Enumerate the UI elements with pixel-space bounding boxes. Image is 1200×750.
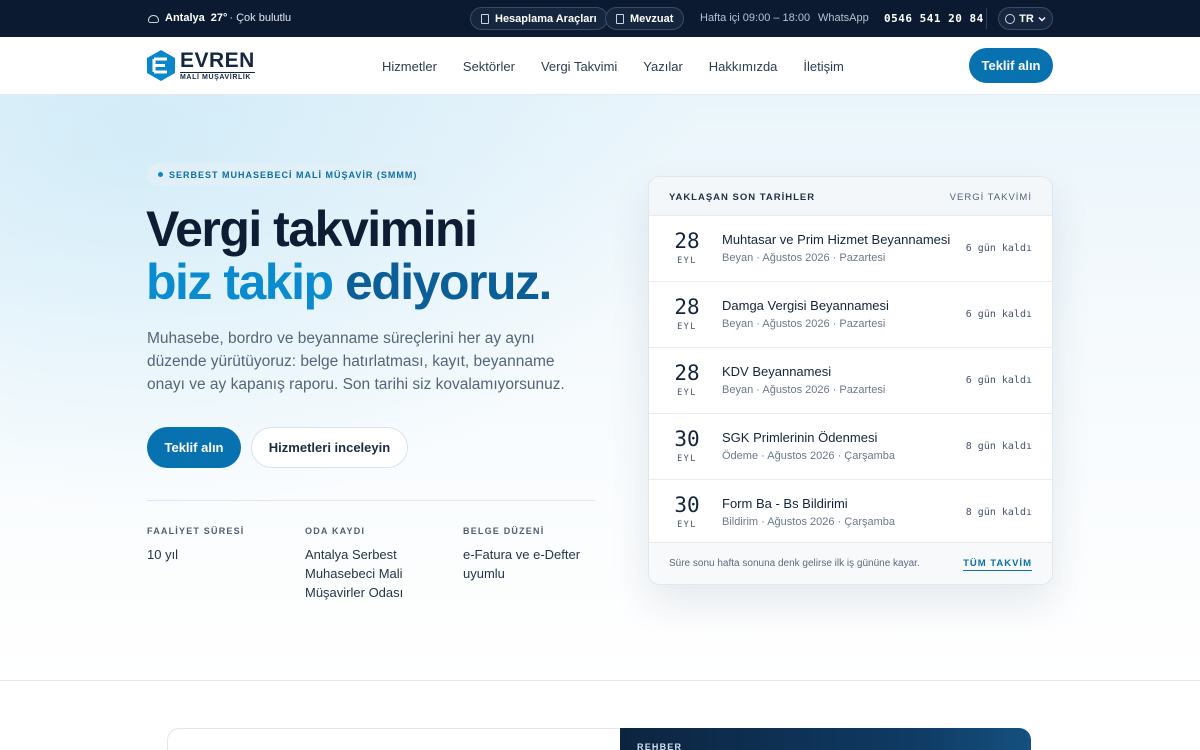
deadlines-card: YAKLAŞAN SON TARİHLER VERGİ TAKVİMİ 28 E… bbox=[648, 176, 1053, 585]
weather-city: Antalya bbox=[165, 12, 205, 24]
deadline-meta: Ödeme · Ağustos 2026 · Çarşamba bbox=[722, 450, 896, 462]
language-selector[interactable]: TR bbox=[998, 7, 1053, 30]
deadline-remaining: 8 gün kaldı bbox=[965, 441, 1032, 452]
section-divider bbox=[0, 680, 1200, 681]
main-header: EVREN MALİ MÜŞAVİRLİK Hizmetler Sektörle… bbox=[0, 37, 1200, 95]
fact-value: Antalya Serbest Muhasebeci Mali Müşavirl… bbox=[305, 547, 404, 600]
document-icon bbox=[616, 13, 624, 24]
brand-logo[interactable]: EVREN MALİ MÜŞAVİRLİK bbox=[146, 49, 255, 82]
deadlines-footer: Süre sonu hafta sonuna denk gelirse ilk … bbox=[649, 542, 1052, 584]
guide-banner[interactable]: REHBER bbox=[620, 728, 1031, 750]
deadline-day: 30 bbox=[674, 493, 700, 517]
hero-divider bbox=[147, 500, 596, 501]
hero-lead: Muhasebe, bordro ve beyanname süreçlerin… bbox=[147, 330, 565, 393]
nav-item-tax-calendar[interactable]: Vergi Takvimi bbox=[541, 59, 617, 74]
deadline-title: Muhtasar ve Prim Hizmet Beyannamesi bbox=[722, 232, 951, 247]
view-services-button[interactable]: Hizmetleri inceleyin bbox=[251, 427, 408, 468]
language-value: TR bbox=[1019, 12, 1034, 25]
deadlines-header: YAKLAŞAN SON TARİHLER VERGİ TAKVİMİ bbox=[649, 177, 1052, 216]
deadline-row[interactable]: 28 EYL Damga Vergisi Beyannamesi Beyan ·… bbox=[649, 282, 1052, 348]
deadlines-footnote: Süre sonu hafta sonuna denk gelirse ilk … bbox=[669, 558, 920, 569]
deadline-day: 28 bbox=[674, 295, 700, 319]
brand-subtitle: MALİ MÜŞAVİRLİK bbox=[180, 72, 255, 81]
nav-item-contact[interactable]: İletişim bbox=[803, 59, 843, 74]
hero-section: SERBEST MUHASEBECİ MALİ MÜŞAVİR (SMMM) V… bbox=[0, 95, 1200, 680]
whatsapp-link[interactable]: WhatsApp bbox=[818, 12, 869, 24]
fact-value: e-Fatura ve e-Defter uyumlu bbox=[463, 547, 581, 581]
lower-card-left bbox=[167, 728, 620, 750]
hero-title-line2b: ediyoruz. bbox=[344, 254, 552, 310]
fact-value: 10 yıl bbox=[147, 547, 179, 562]
weather-temp: 27° bbox=[210, 12, 228, 24]
deadline-title: KDV Beyannamesi bbox=[722, 364, 832, 379]
phone-link[interactable]: 0546 541 20 84 bbox=[884, 12, 984, 25]
legislation-label: Mevzuat bbox=[630, 12, 674, 25]
deadline-month: EYL bbox=[677, 520, 697, 530]
deadline-month: EYL bbox=[677, 322, 697, 332]
weather-widget: Antalya 27° · Çok bulutlu bbox=[148, 12, 291, 24]
fact-label: ODA KAYDI bbox=[305, 526, 366, 536]
main-nav: Hizmetler Sektörler Vergi Takvimi Yazıla… bbox=[382, 59, 870, 74]
tools-button[interactable]: Hesaplama Araçları bbox=[470, 7, 608, 30]
nav-item-about[interactable]: Hakkımızda bbox=[709, 59, 778, 74]
fact-chamber: ODA KAYDI Antalya Serbest Muhasebeci Mal… bbox=[305, 526, 435, 602]
deadline-meta: Beyan · Ağustos 2026 · Pazartesi bbox=[722, 252, 886, 264]
brand-name: EVREN bbox=[180, 49, 255, 72]
deadline-row[interactable]: 28 EYL KDV Beyannamesi Beyan · Ağustos 2… bbox=[649, 348, 1052, 414]
deadline-day: 28 bbox=[674, 229, 700, 253]
deadline-row[interactable]: 30 EYL SGK Primlerinin Ödenmesi Ödeme · … bbox=[649, 414, 1052, 480]
fact-experience: FAALİYET SÜRESİ 10 yıl bbox=[147, 526, 287, 564]
hero-title-line2a: biz takip bbox=[146, 254, 334, 310]
hero-title-line1: Vergi takvimini bbox=[146, 201, 478, 257]
deadline-row[interactable]: 28 EYL Muhtasar ve Prim Hizmet Beyanname… bbox=[649, 216, 1052, 282]
header-quote-button[interactable]: Teklif alın bbox=[969, 48, 1053, 83]
fact-label: BELGE DÜZENİ bbox=[463, 526, 545, 536]
tax-calendar-link[interactable]: VERGİ TAKVİMİ bbox=[950, 192, 1032, 203]
deadline-remaining: 6 gün kaldı bbox=[965, 243, 1032, 254]
deadline-title: Form Ba - Bs Bildirimi bbox=[722, 496, 848, 511]
deadline-day: 30 bbox=[674, 427, 700, 451]
deadline-month: EYL bbox=[677, 256, 697, 266]
hero-title: Vergi takvimini biz takip ediyoruz. bbox=[146, 201, 552, 310]
cloud-icon bbox=[148, 14, 159, 23]
fact-label: FAALİYET SÜRESİ bbox=[147, 526, 245, 536]
nav-item-articles[interactable]: Yazılar bbox=[643, 59, 683, 74]
deadline-meta: Beyan · Ağustos 2026 · Pazartesi bbox=[722, 318, 886, 330]
office-hours: Hafta içi 09:00 – 18:00 bbox=[700, 12, 811, 24]
logo-mark-icon bbox=[147, 50, 175, 81]
nav-item-services[interactable]: Hizmetler bbox=[382, 59, 437, 74]
deadline-month: EYL bbox=[677, 388, 697, 398]
deadline-remaining: 6 gün kaldı bbox=[965, 375, 1032, 386]
deadline-day: 28 bbox=[674, 361, 700, 385]
deadline-row[interactable]: 30 EYL Form Ba - Bs Bildirimi Bildirim ·… bbox=[649, 480, 1052, 546]
deadline-remaining: 6 gün kaldı bbox=[965, 309, 1032, 320]
deadline-month: EYL bbox=[677, 454, 697, 464]
calculator-icon bbox=[481, 13, 489, 24]
deadline-remaining: 8 gün kaldı bbox=[965, 507, 1032, 518]
chevron-down-icon bbox=[1038, 16, 1046, 21]
deadline-meta: Bildirim · Ağustos 2026 · Çarşamba bbox=[722, 516, 896, 528]
full-calendar-link[interactable]: TÜM TAKVİM bbox=[963, 558, 1032, 571]
weather-desc: · Çok bulutlu bbox=[229, 12, 292, 24]
deadlines-title: YAKLAŞAN SON TARİHLER bbox=[669, 192, 816, 203]
tools-label: Hesaplama Araçları bbox=[495, 12, 597, 25]
fact-documents: BELGE DÜZENİ e-Fatura ve e-Defter uyumlu bbox=[463, 526, 598, 583]
deadline-title: SGK Primlerinin Ödenmesi bbox=[722, 430, 878, 445]
guide-label: REHBER bbox=[637, 742, 683, 750]
deadline-title: Damga Vergisi Beyannamesi bbox=[722, 298, 889, 313]
hero-badge: SERBEST MUHASEBECİ MALİ MÜŞAVİR (SMMM) bbox=[147, 163, 430, 186]
top-bar: Antalya 27° · Çok bulutlu Hesaplama Araç… bbox=[0, 0, 1200, 37]
topbar-divider bbox=[986, 8, 987, 29]
globe-icon bbox=[1005, 13, 1016, 24]
legislation-button[interactable]: Mevzuat bbox=[605, 7, 685, 30]
deadline-meta: Beyan · Ağustos 2026 · Pazartesi bbox=[722, 384, 886, 396]
nav-item-sectors[interactable]: Sektörler bbox=[463, 59, 515, 74]
quote-button[interactable]: Teklif alın bbox=[147, 427, 241, 468]
